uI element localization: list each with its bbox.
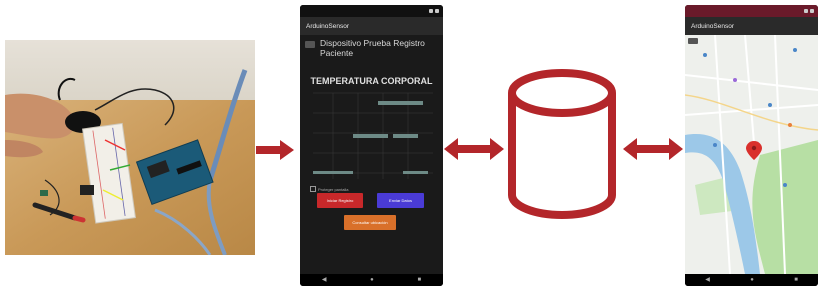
checkbox-label: Proteger pantalla [318, 186, 349, 192]
checkbox-box[interactable] [310, 186, 316, 192]
status-bar [685, 5, 818, 17]
bidirectional-arrow-icon [444, 138, 504, 160]
map-view[interactable] [685, 35, 818, 274]
app-bar: ArduinoSensor [685, 17, 818, 35]
section-title: TEMPERATURA CORPORAL [310, 76, 433, 86]
start-record-button[interactable]: Iniciar Registro [317, 193, 363, 208]
phone-temperature-app: ArduinoSensor Dispositivo Prueba Registr… [300, 5, 443, 286]
chart-mark [403, 171, 428, 174]
battery-icon [810, 9, 814, 13]
phone-map-app: ArduinoSensor ◀ ● ■ [685, 5, 818, 286]
app-title: ArduinoSensor [691, 22, 734, 30]
protect-screen-checkbox[interactable]: Proteger pantalla [310, 186, 348, 192]
home-icon[interactable]: ● [370, 277, 374, 283]
device-title: Dispositivo Prueba Registro Paciente [320, 38, 425, 58]
battery-icon [435, 9, 439, 13]
menu-icon[interactable] [688, 38, 698, 44]
chart-mark [313, 171, 353, 174]
database-cylinder-icon [508, 69, 616, 219]
back-icon[interactable]: ◀ [705, 277, 710, 283]
app-bar: ArduinoSensor [300, 17, 443, 35]
arduino-photo [5, 40, 255, 255]
recents-icon[interactable]: ■ [418, 277, 422, 283]
back-icon[interactable]: ◀ [322, 277, 327, 283]
recents-icon[interactable]: ■ [794, 277, 798, 283]
check-location-button[interactable]: Consultar ubicación [344, 215, 396, 230]
send-data-button[interactable]: Enviar Datos [377, 193, 424, 208]
app-title: ArduinoSensor [306, 22, 349, 30]
signal-icon [804, 9, 808, 13]
chart-mark [378, 101, 423, 105]
signal-icon [429, 9, 433, 13]
menu-icon[interactable] [305, 41, 315, 48]
status-bar [300, 5, 443, 17]
chart-mark [353, 134, 388, 138]
bidirectional-arrow-icon [623, 138, 683, 160]
temperature-chart [313, 92, 433, 179]
chart-mark [393, 134, 418, 138]
home-icon[interactable]: ● [750, 277, 754, 283]
right-arrow-icon [256, 140, 294, 160]
nav-bar: ◀ ● ■ [685, 274, 818, 286]
nav-bar: ◀ ● ■ [300, 274, 443, 286]
